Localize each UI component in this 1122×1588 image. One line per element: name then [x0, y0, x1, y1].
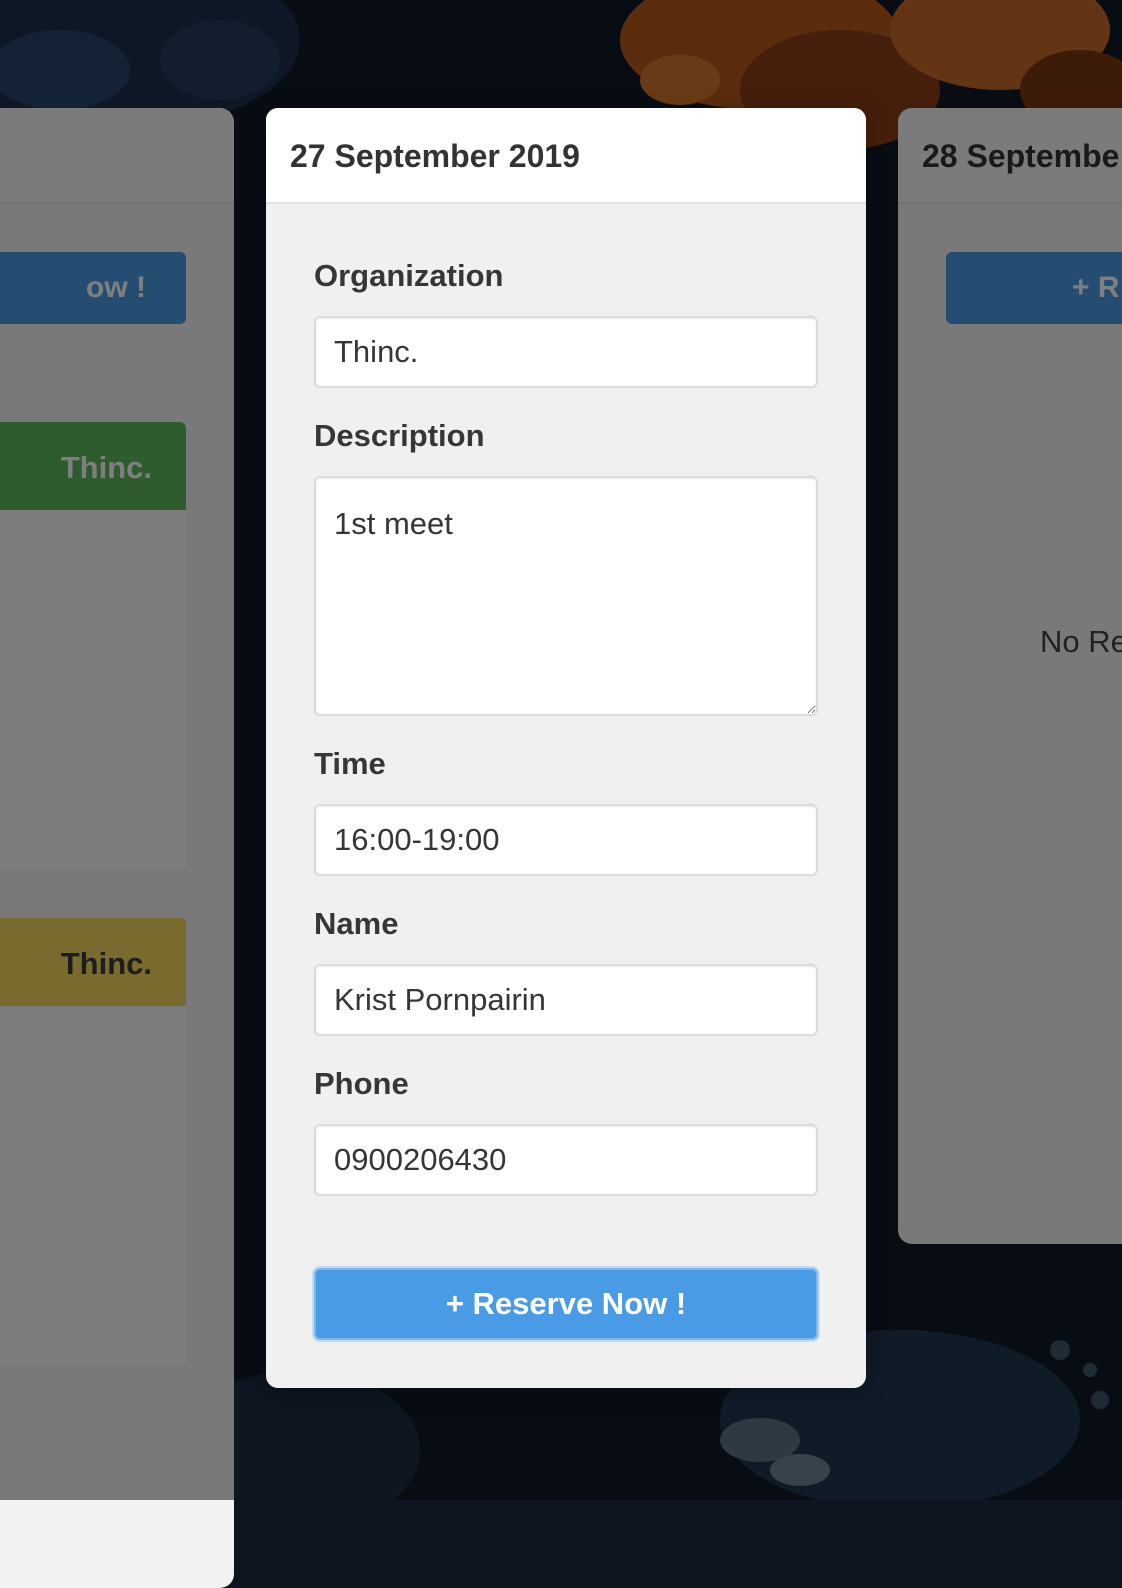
organization-input[interactable]: [314, 316, 818, 388]
reservation-modal: 27 September 2019 Organization Descripti…: [266, 108, 866, 1388]
modal-date-title: 27 September 2019: [266, 108, 866, 204]
reserve-now-button[interactable]: + Reserve Now !: [314, 1268, 818, 1340]
name-label: Name: [314, 906, 399, 941]
time-input[interactable]: [314, 804, 818, 876]
phone-label: Phone: [314, 1066, 409, 1101]
description-label: Description: [314, 418, 485, 453]
time-label: Time: [314, 746, 386, 781]
organization-label: Organization: [314, 258, 504, 293]
name-input[interactable]: [314, 964, 818, 1036]
description-textarea[interactable]: 1st meet: [314, 476, 818, 716]
phone-input[interactable]: [314, 1124, 818, 1196]
